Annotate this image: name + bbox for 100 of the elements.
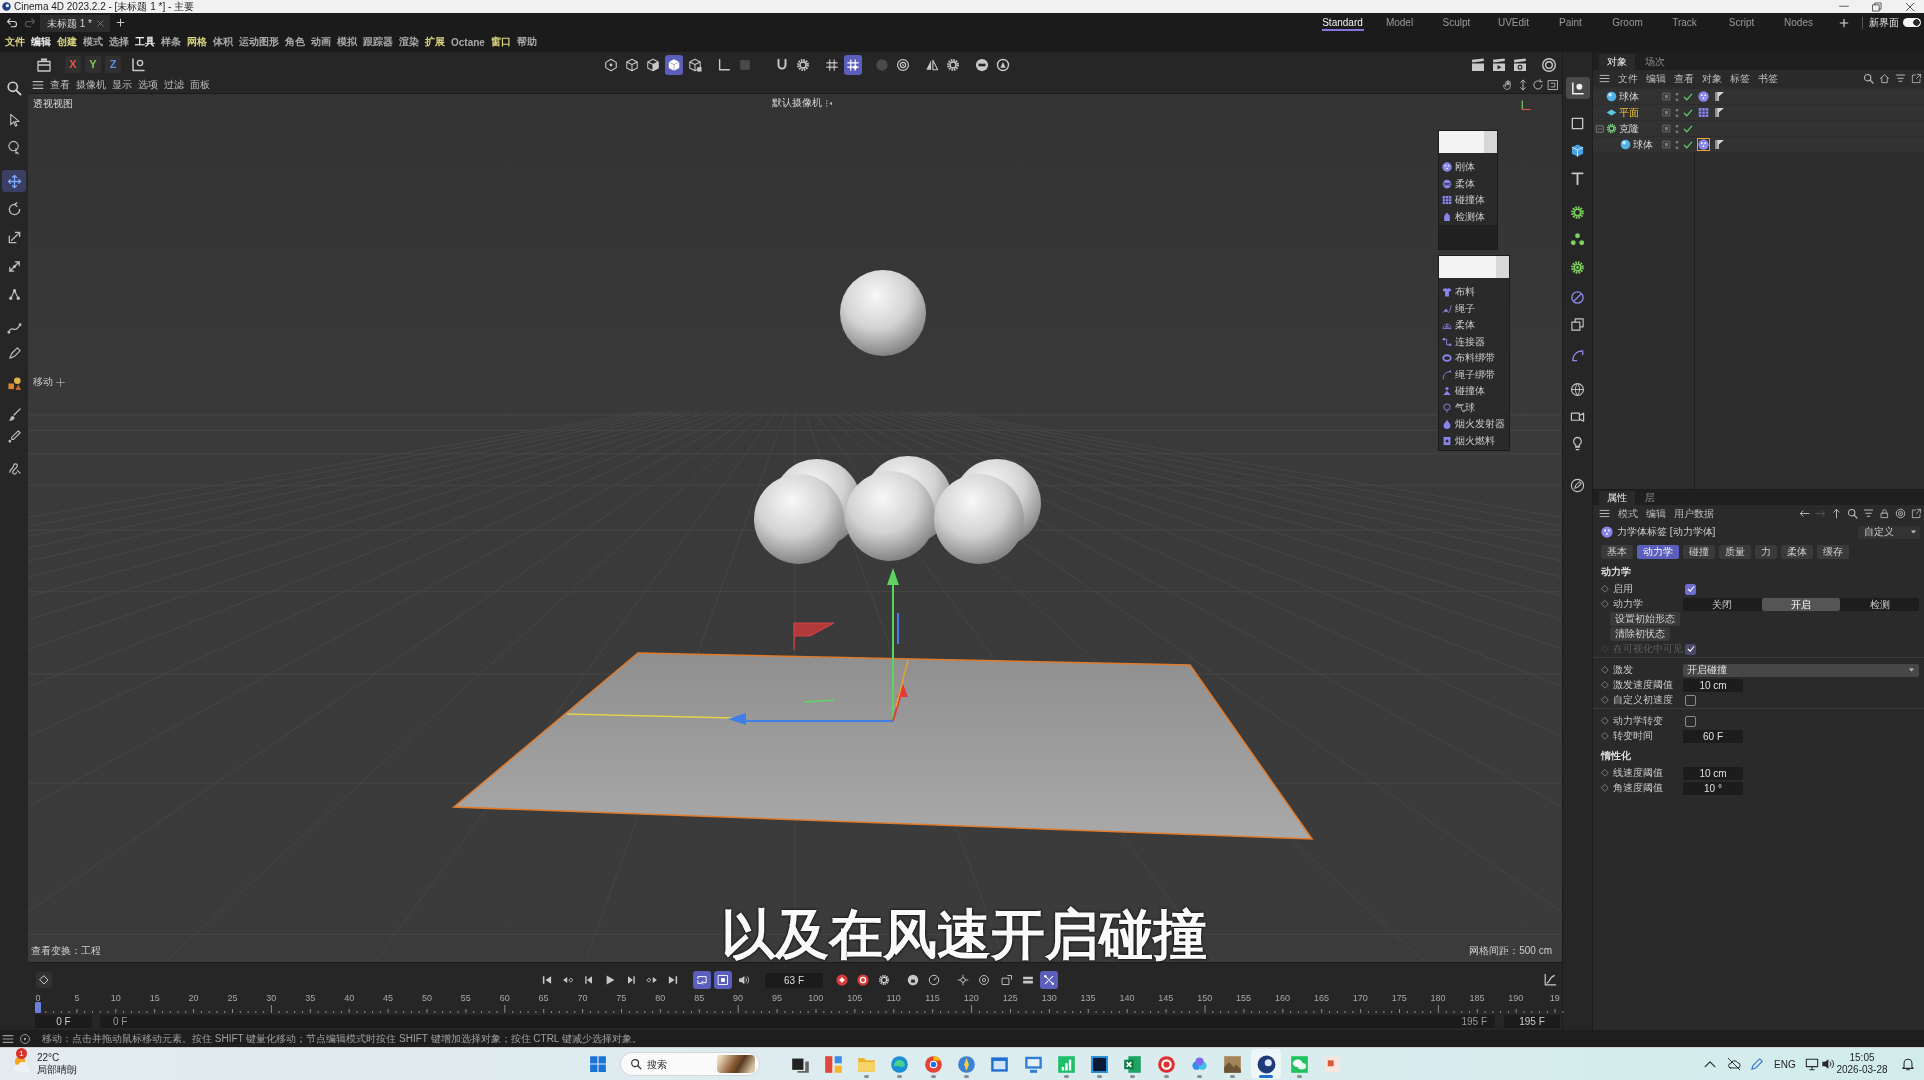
circle-icon[interactable] <box>19 1032 31 1045</box>
sphere-icon[interactable] <box>1606 91 1617 102</box>
layout-tab[interactable]: Paint <box>1542 13 1599 32</box>
preset-dropdown[interactable]: 自定义 <box>1858 525 1920 539</box>
person-shape-icon[interactable] <box>1442 386 1452 397</box>
taskbar-app[interactable] <box>1251 1049 1282 1079</box>
flag-tag-icon[interactable] <box>1713 90 1726 103</box>
cog-icon[interactable] <box>1570 259 1585 275</box>
palette-item[interactable]: 气球 <box>1439 399 1509 416</box>
globe-icon[interactable] <box>1570 381 1585 397</box>
up-arrow-icon[interactable] <box>1831 508 1842 519</box>
action-button[interactable]: 清除初状态 <box>1610 627 1670 641</box>
pen-icon[interactable] <box>1750 1057 1764 1071</box>
balloon-icon[interactable] <box>1442 402 1452 413</box>
panel-tab[interactable]: 对象 <box>1599 54 1635 70</box>
menu-item[interactable]: 渲染 <box>399 35 419 49</box>
segment-option[interactable]: 开启 <box>1761 597 1841 611</box>
menu-item[interactable]: 工具 <box>135 35 155 49</box>
redo-icon[interactable] <box>24 16 36 29</box>
gear-icon[interactable] <box>1606 123 1617 134</box>
menu-item[interactable]: 模拟 <box>337 35 357 49</box>
search-box[interactable]: 搜索 <box>620 1052 760 1076</box>
menu-item[interactable]: Octane <box>451 36 485 48</box>
sphere-icon[interactable] <box>1620 139 1631 150</box>
text-tool-icon[interactable] <box>1570 170 1585 186</box>
back-arrow-icon[interactable] <box>1799 508 1810 519</box>
menu-item[interactable]: 体积 <box>213 35 233 49</box>
panel-menu-item[interactable]: 模式 <box>1618 506 1638 521</box>
axis-lock-button[interactable]: Z <box>105 56 121 73</box>
axis-sphere-icon[interactable] <box>1570 80 1585 96</box>
object-row[interactable]: 克隆 <box>1593 121 1924 136</box>
curve-graph-icon[interactable] <box>1543 973 1557 987</box>
sphere-object[interactable] <box>840 270 926 356</box>
viewport-menu-item[interactable]: 显示 <box>112 78 132 92</box>
toggle-switch[interactable] <box>1903 18 1921 27</box>
add-icon[interactable] <box>116 18 125 27</box>
caret-icon[interactable] <box>1910 530 1917 534</box>
clock-time[interactable]: 15:05 <box>1849 1052 1875 1064</box>
palette-item[interactable]: 烟火发射器 <box>1439 416 1509 433</box>
menu-icon[interactable] <box>1599 508 1610 519</box>
two-dots-icon[interactable] <box>1675 139 1679 150</box>
two-dots-icon[interactable] <box>1675 123 1679 134</box>
search-highlight-picture[interactable] <box>717 1055 755 1073</box>
menu-item[interactable]: 模式 <box>83 35 103 49</box>
arc-icon[interactable] <box>1442 369 1452 380</box>
layout-tab[interactable]: Track <box>1656 13 1713 32</box>
menu-icon[interactable] <box>32 79 44 91</box>
dropdown[interactable]: 开启碰撞 <box>1683 663 1919 677</box>
dotted-disc-icon[interactable] <box>1697 90 1710 103</box>
dotted-disc-icon[interactable] <box>1442 162 1452 173</box>
ring-app-icon[interactable] <box>1156 1054 1176 1074</box>
torus-icon[interactable] <box>1442 353 1452 364</box>
object-name[interactable]: 克隆 <box>1619 121 1639 136</box>
dotted-disc-icon[interactable] <box>1697 138 1710 151</box>
number-field[interactable]: 60 F <box>1683 729 1743 743</box>
restore-icon[interactable] <box>1872 1 1882 12</box>
viewport-menu-item[interactable]: 过滤 <box>164 78 184 92</box>
speaker-icon[interactable] <box>1821 1057 1835 1071</box>
framed-tile-icon[interactable] <box>1090 1054 1110 1074</box>
pop-out-icon[interactable] <box>1911 508 1922 519</box>
object-row[interactable]: 球体 <box>1593 89 1924 104</box>
menu-item[interactable]: 文件 <box>5 35 25 49</box>
checkbox[interactable] <box>1685 715 1696 727</box>
search-icon[interactable] <box>6 80 22 96</box>
drop-icon[interactable] <box>1442 419 1452 430</box>
panel-menu-item[interactable]: 书签 <box>1758 71 1778 86</box>
language-indicator[interactable]: ENG <box>1774 1058 1796 1070</box>
coil-icon[interactable] <box>1442 303 1452 314</box>
segment-option[interactable]: 关闭 <box>1683 597 1762 611</box>
sphere-app-icon[interactable] <box>1256 1054 1276 1074</box>
palette-item[interactable]: 碰撞体 <box>1439 383 1509 400</box>
checkbox[interactable] <box>1685 694 1696 706</box>
maximize-icon[interactable] <box>1547 79 1559 91</box>
connector-icon[interactable] <box>1442 336 1452 347</box>
rhombus-icon[interactable] <box>1606 107 1617 118</box>
menu-item[interactable]: 帮助 <box>516 35 537 49</box>
palette-item[interactable]: 柔体 <box>1439 317 1509 334</box>
current-frame-field[interactable]: 63 F <box>765 972 823 988</box>
minimize-icon[interactable] <box>1839 5 1849 8</box>
three-circles-icon[interactable] <box>1570 231 1585 247</box>
panel-menu-item[interactable]: 查看 <box>1674 71 1694 86</box>
shirt-icon[interactable] <box>1442 287 1452 298</box>
menu-item[interactable]: 窗口 <box>490 35 511 49</box>
object-name[interactable]: 球体 <box>1633 137 1653 152</box>
viewport-menu-item[interactable]: 查看 <box>50 78 70 92</box>
cube-icon[interactable] <box>1570 142 1585 158</box>
close-icon[interactable] <box>97 20 104 27</box>
palette-item[interactable]: 柔体 <box>1439 175 1497 192</box>
round-app-icon[interactable] <box>923 1054 943 1074</box>
viewport-menu-item[interactable]: 选项 <box>138 78 158 92</box>
chart-tile-icon[interactable] <box>1056 1054 1076 1074</box>
screen-icon[interactable] <box>1023 1054 1043 1074</box>
boxed-square-icon[interactable] <box>1662 108 1671 117</box>
flag-tag-icon[interactable] <box>1713 106 1726 119</box>
viewport-menu-item[interactable]: 面板 <box>190 78 210 92</box>
panel-menu-item[interactable]: 编辑 <box>1646 506 1666 521</box>
ball-icon[interactable] <box>1442 178 1452 189</box>
notification-icon[interactable] <box>1901 1057 1915 1071</box>
filter-icon[interactable] <box>1895 73 1906 84</box>
windows-logo-icon[interactable] <box>589 1055 607 1073</box>
